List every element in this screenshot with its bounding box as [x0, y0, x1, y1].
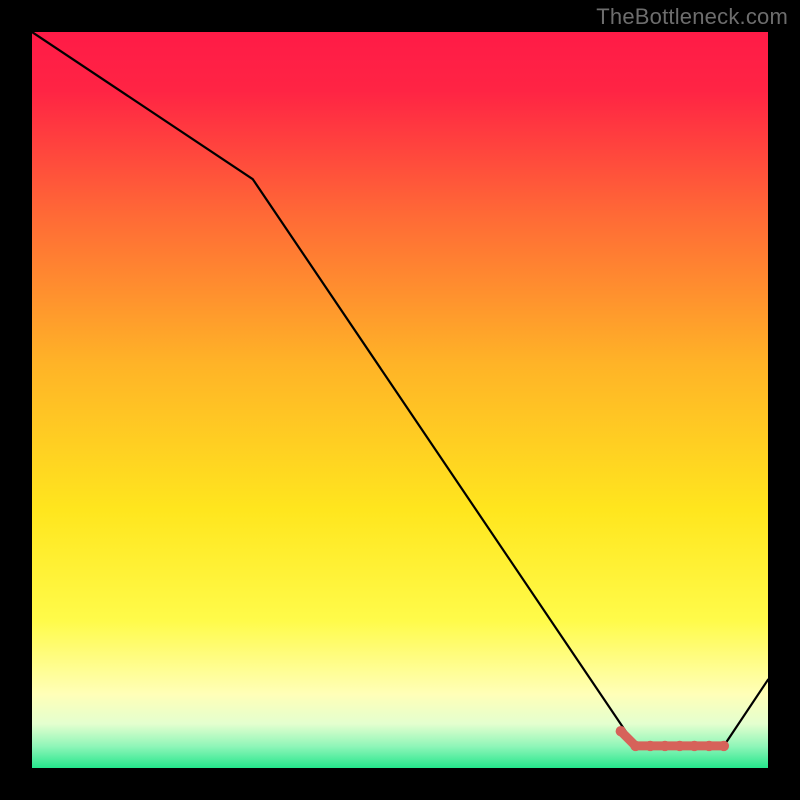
- gradient-background: [32, 32, 768, 768]
- highlight-dot: [704, 741, 714, 751]
- highlight-dot: [660, 741, 670, 751]
- highlight-dot: [630, 741, 640, 751]
- chart-frame: TheBottleneck.com: [0, 0, 800, 800]
- watermark-text: TheBottleneck.com: [596, 4, 788, 30]
- highlight-dot: [719, 741, 729, 751]
- highlight-dot: [645, 741, 655, 751]
- highlight-dot: [674, 741, 684, 751]
- plot-area: [32, 32, 768, 768]
- highlight-dot: [689, 741, 699, 751]
- highlight-dot: [616, 726, 626, 736]
- chart-svg: [32, 32, 768, 768]
